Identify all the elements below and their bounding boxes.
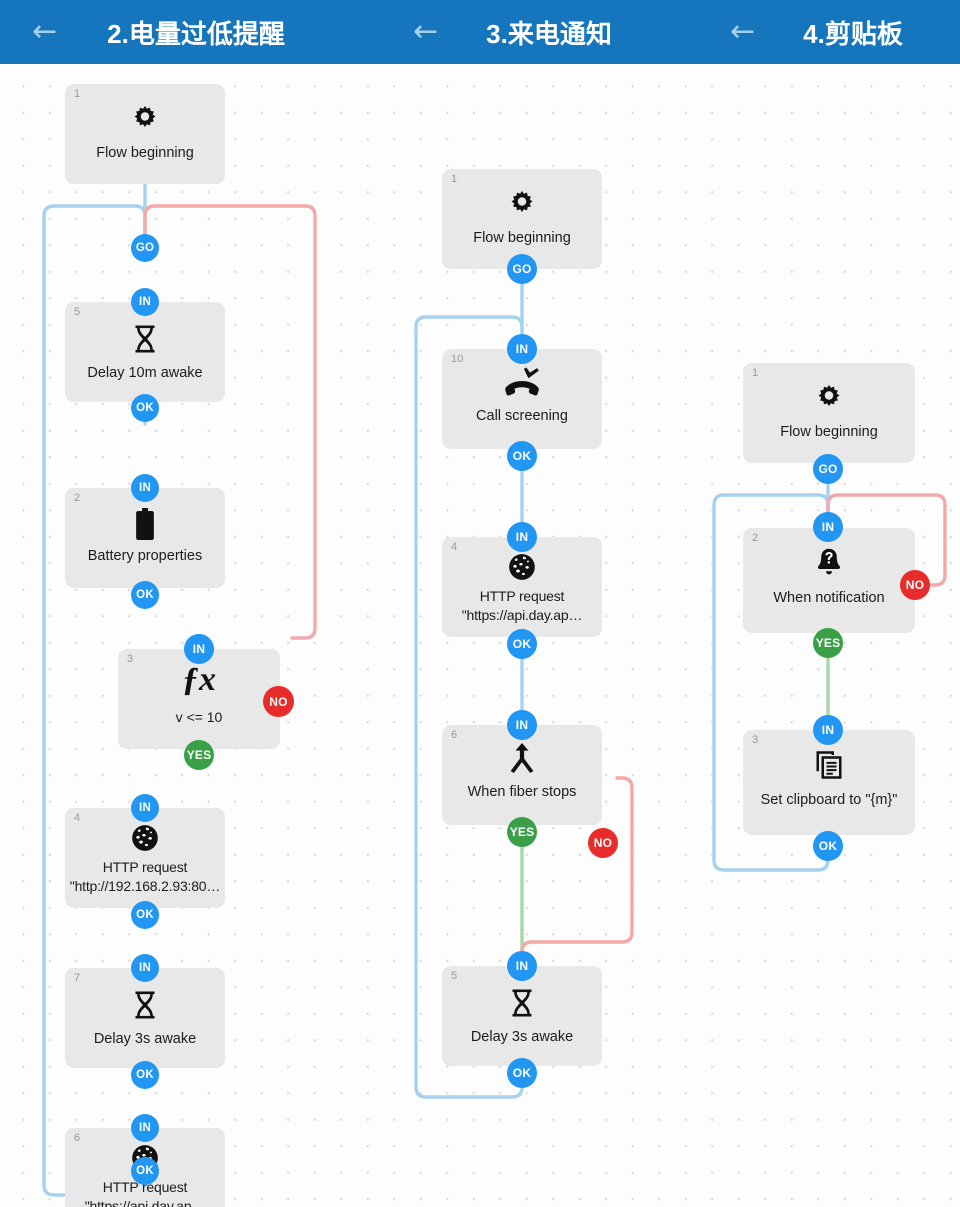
node-card[interactable]: 6 When fiber stops (442, 725, 602, 825)
node-card[interactable]: 2 When notification (743, 528, 915, 633)
node-label: When fiber stops (467, 784, 577, 800)
node-label: Call screening (476, 408, 568, 424)
globe-icon (65, 824, 225, 852)
badge-ok[interactable]: OK (131, 1157, 159, 1185)
node-number: 6 (451, 729, 458, 741)
node-label: When notification (773, 590, 885, 606)
badge-in[interactable]: IN (507, 710, 537, 740)
badge-yes[interactable]: YES (184, 740, 214, 770)
badge-go[interactable]: GO (813, 454, 843, 484)
node-number: 1 (74, 88, 81, 100)
node-number: 10 (451, 353, 464, 365)
header-title-flow-4: 4.剪贴板 (803, 18, 903, 49)
node-card[interactable]: 3 ƒx v <= 10 (118, 649, 280, 749)
node-label: Flow beginning (96, 145, 194, 161)
merge-icon (442, 743, 602, 773)
globe-icon (442, 553, 602, 581)
node-number: 2 (74, 492, 81, 504)
call-screen-icon (442, 367, 602, 397)
node-number: 2 (752, 532, 759, 544)
clipboard-icon (743, 750, 915, 780)
battery-icon (65, 508, 225, 540)
node-card[interactable]: 7 Delay 3s awake (65, 968, 225, 1068)
node-label: HTTP request "https://api.day.ap… (461, 588, 583, 623)
header-title-flow-2: 2.电量过低提醒 (107, 18, 285, 49)
gear-icon (743, 383, 915, 413)
badge-in[interactable]: IN (131, 288, 159, 316)
badge-go[interactable]: GO (131, 234, 159, 262)
node-label: Flow beginning (473, 230, 571, 246)
node-label: Set clipboard to "{m}" (760, 792, 898, 808)
header-panel-flow-4: ← 4.剪贴板 (710, 0, 960, 64)
badge-in[interactable]: IN (184, 634, 214, 664)
node-label: Flow beginning (780, 424, 878, 440)
node-number: 1 (752, 367, 759, 379)
node-number: 6 (74, 1132, 81, 1144)
header-panel-flow-3: ← 3.来电通知 (355, 0, 710, 64)
badge-ok[interactable]: OK (507, 1058, 537, 1088)
app-header: ← 2.电量过低提醒 ← 3.来电通知 ← 4.剪贴板 (0, 0, 960, 64)
back-arrow-icon-1[interactable]: ← (22, 17, 67, 47)
badge-yes[interactable]: YES (813, 628, 843, 658)
node-number: 5 (451, 970, 458, 982)
badge-ok[interactable]: OK (813, 831, 843, 861)
badge-in[interactable]: IN (131, 794, 159, 822)
node-label: Delay 10m awake (87, 365, 203, 381)
node-card[interactable]: 4 HTTP request "https://api.day.ap… (442, 537, 602, 637)
node-number: 7 (74, 972, 81, 984)
badge-no[interactable]: NO (588, 828, 618, 858)
gear-icon (442, 189, 602, 219)
node-card[interactable]: 1 Flow beginning (743, 363, 915, 463)
back-arrow-icon-3[interactable]: ← (720, 17, 765, 47)
hourglass-icon (442, 988, 602, 1018)
node-card[interactable]: 5 Delay 3s awake (442, 966, 602, 1066)
badge-in[interactable]: IN (813, 715, 843, 745)
hourglass-icon (65, 324, 225, 354)
back-arrow-icon-2[interactable]: ← (403, 17, 448, 47)
node-number: 4 (451, 541, 458, 553)
node-card[interactable]: 1 Flow beginning (65, 84, 225, 184)
badge-in[interactable]: IN (507, 951, 537, 981)
badge-ok[interactable]: OK (507, 441, 537, 471)
node-card[interactable]: 5 Delay 10m awake (65, 302, 225, 402)
badge-no[interactable]: NO (263, 686, 294, 717)
flow-canvas[interactable]: 1 Flow beginning GO IN 5 Delay 10m awake… (0, 64, 960, 1207)
badge-ok[interactable]: OK (131, 1061, 159, 1089)
badge-in[interactable]: IN (813, 512, 843, 542)
badge-ok[interactable]: OK (507, 629, 537, 659)
node-label: Battery properties (87, 548, 203, 564)
node-card[interactable]: 4 HTTP request "http://192.168.2.93:80… (65, 808, 225, 908)
node-sublabel: v <= 10 (175, 709, 223, 725)
badge-ok[interactable]: OK (131, 901, 159, 929)
node-number: 1 (451, 173, 458, 185)
gear-icon (65, 104, 225, 134)
badge-in[interactable]: IN (131, 474, 159, 502)
node-label: Delay 3s awake (93, 1031, 197, 1047)
badge-ok[interactable]: OK (131, 394, 159, 422)
badge-yes[interactable]: YES (507, 817, 537, 847)
badge-ok[interactable]: OK (131, 581, 159, 609)
node-card[interactable]: 10 Call screening (442, 349, 602, 449)
badge-in[interactable]: IN (507, 522, 537, 552)
node-number: 5 (74, 306, 81, 318)
badge-in[interactable]: IN (507, 334, 537, 364)
header-title-flow-3: 3.来电通知 (486, 18, 612, 49)
bell-ask-icon (743, 548, 915, 578)
node-label: Delay 3s awake (470, 1029, 574, 1045)
node-number: 3 (752, 734, 759, 746)
node-card[interactable]: 2 Battery properties (65, 488, 225, 588)
node-card[interactable]: 3 Set clipboard to "{m}" (743, 730, 915, 835)
badge-no[interactable]: NO (900, 570, 930, 600)
node-label: HTTP request "http://192.168.2.93:80… (69, 859, 221, 894)
badge-in[interactable]: IN (131, 1114, 159, 1142)
header-panel-flow-2: ← 2.电量过低提醒 (0, 0, 355, 64)
fx-icon: ƒx (182, 661, 216, 698)
hourglass-icon (65, 990, 225, 1020)
node-number: 4 (74, 812, 81, 824)
badge-go[interactable]: GO (507, 254, 537, 284)
flow-editor-screen: ← 2.电量过低提醒 ← 3.来电通知 ← 4.剪贴板 1 Flow begin… (0, 0, 960, 1207)
badge-in[interactable]: IN (131, 954, 159, 982)
